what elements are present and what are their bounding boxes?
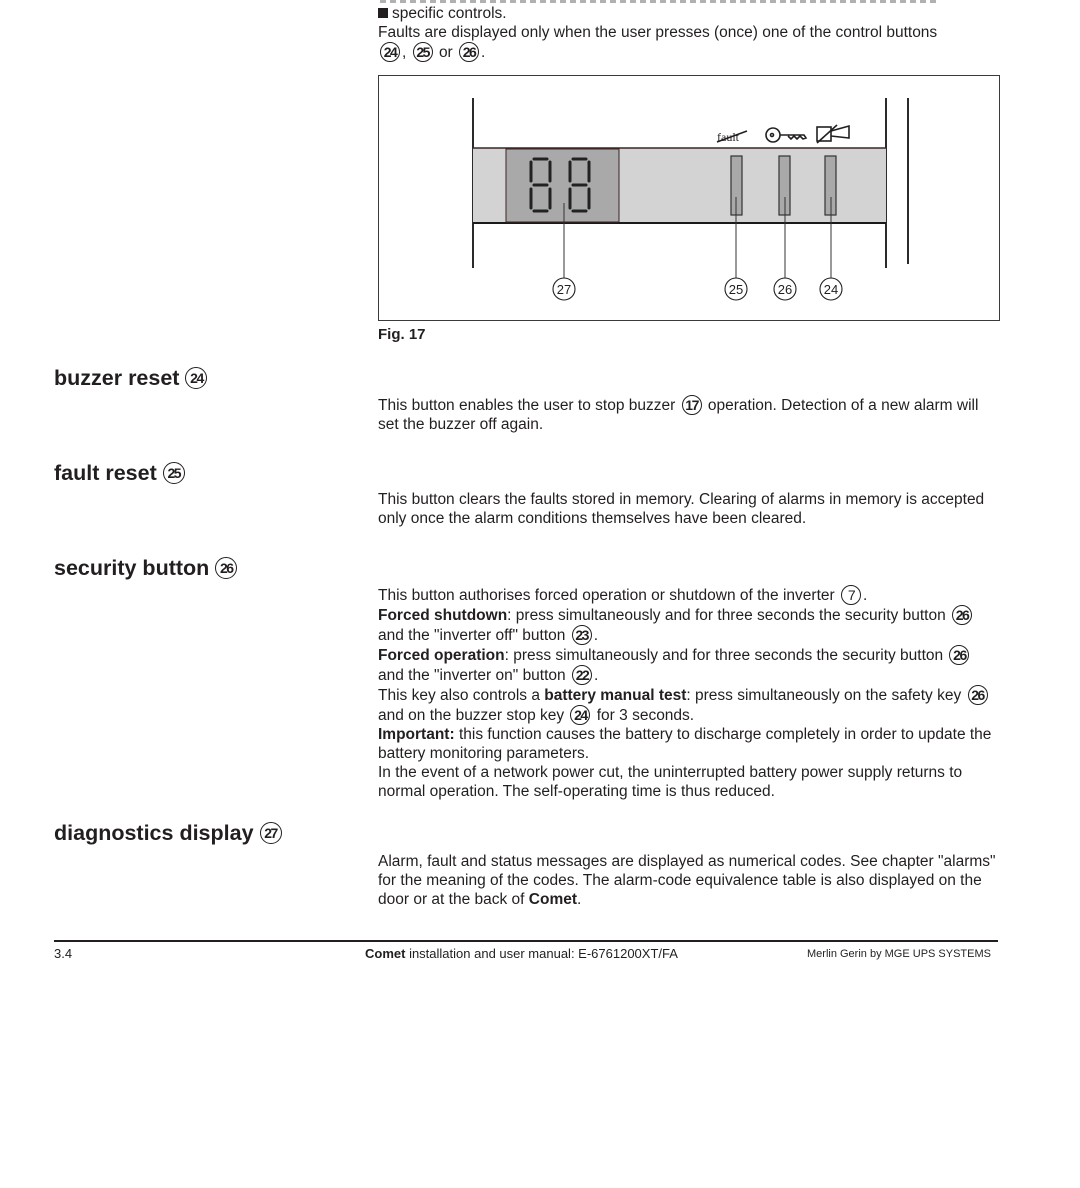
control-panel-diagram: fault 27 25 26 24 (472, 98, 909, 301)
section-text-fault-reset: This button clears the faults stored in … (378, 491, 985, 527)
ref-badge: 24 (380, 42, 400, 62)
ref-badge: 26 (459, 42, 480, 62)
intro-faults-paragraph: Faults are displayed only when the user … (378, 24, 938, 62)
line-inverter: This button authorises forced operation … (378, 585, 868, 605)
diagnostics-display-window (505, 148, 620, 223)
ref-badge: 22 (571, 665, 592, 685)
intro-bullet: specific controls. (378, 4, 507, 23)
ref-badge: 23 (571, 625, 592, 645)
line-forced-shutdown: Forced shutdown: press simultaneously an… (378, 605, 998, 645)
section-text-security-button: This button authorises forced operation … (378, 585, 998, 801)
ref-badge: 26 (215, 557, 238, 579)
line-forced-operation: Forced operation: press simultaneously a… (378, 645, 998, 685)
section-heading-security-button: security button 26 (54, 556, 239, 581)
bullet-square-icon (378, 8, 388, 18)
ref-badge: 26 (952, 605, 973, 625)
callout-label: 24 (824, 282, 838, 297)
line-battery-test: This key also controls a battery manual … (378, 685, 998, 725)
ref-badge: 24 (185, 367, 208, 389)
figure-caption: Fig. 17 (378, 326, 426, 343)
ref-badge: 26 (949, 645, 970, 665)
fault-crossed-icon: fault (716, 130, 748, 144)
ref-badge: 27 (259, 822, 282, 844)
section-heading-buzzer-reset: buzzer reset 24 (54, 366, 209, 391)
callout-label: 25 (729, 282, 743, 297)
ref-badge: 17 (681, 395, 702, 415)
section-text-buzzer-reset: This button enables the user to stop buz… (378, 395, 979, 433)
ref-badge: 25 (412, 42, 433, 62)
ref-badge: 7 (840, 585, 861, 605)
figure-17-frame: fault 27 25 26 24 (378, 75, 1000, 321)
footer-publisher: Merlin Gerin by MGE UPS SYSTEMS (807, 948, 991, 960)
line-power-cut: In the event of a network power cut, the… (378, 764, 963, 800)
callout-label: 26 (778, 282, 792, 297)
section-text-diagnostics-display: Alarm, fault and status messages are dis… (378, 853, 996, 908)
page-number: 3.4 (54, 946, 73, 961)
footer-rule (54, 940, 998, 942)
ref-badge: 26 (967, 685, 988, 705)
buzzer-off-icon (816, 124, 850, 144)
ref-badge: 25 (162, 462, 185, 484)
callout-label: 27 (557, 282, 571, 297)
key-icon (765, 127, 808, 143)
ref-badge: 24 (570, 705, 591, 725)
svg-text:fault: fault (717, 130, 740, 144)
footer-manual-title: Comet installation and user manual: E-67… (365, 946, 678, 961)
section-heading-fault-reset: fault reset 25 (54, 461, 187, 486)
cutoff-text-fragment (380, 0, 1000, 3)
line-important: Important: this function causes the batt… (378, 726, 992, 762)
section-heading-diagnostics-display: diagnostics display 27 (54, 821, 284, 846)
